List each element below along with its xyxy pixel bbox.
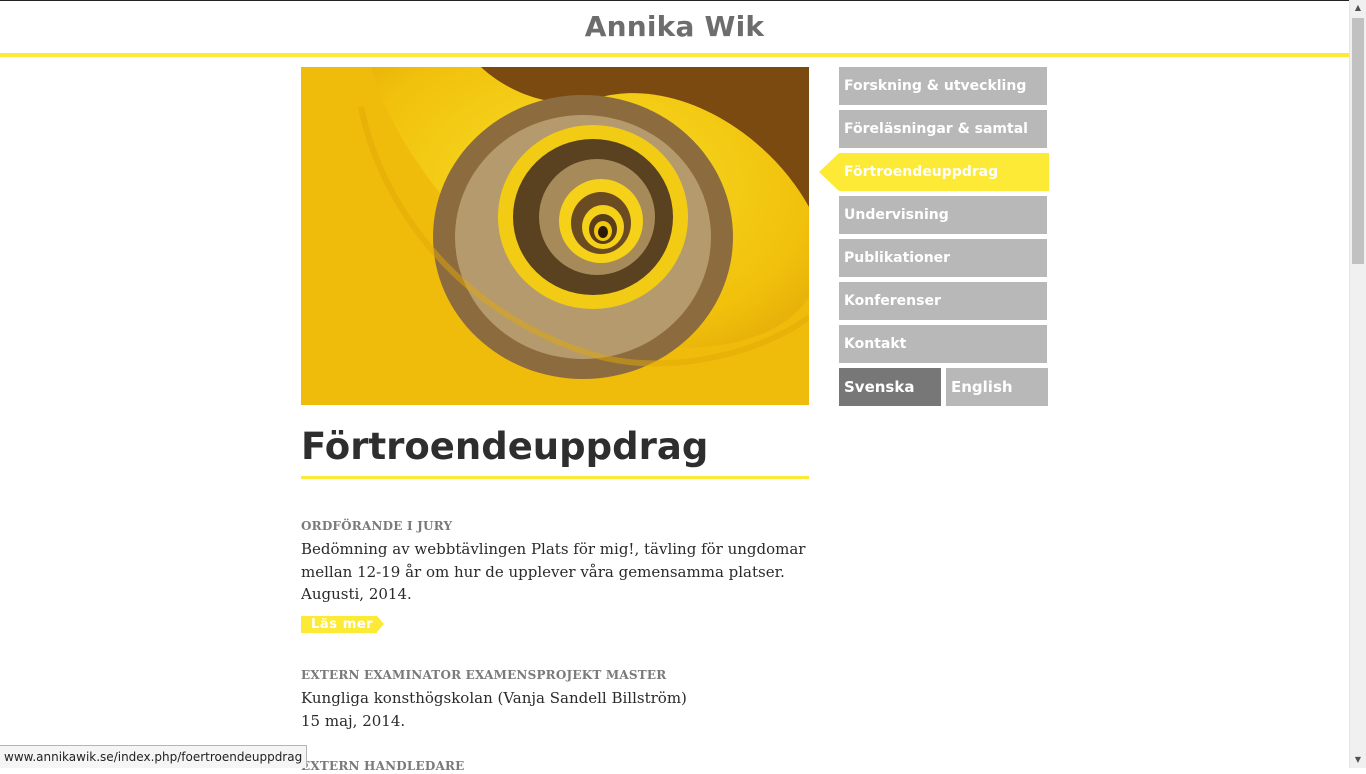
entry-item: Ordförande i jury Bedömning av webbtävli… (301, 518, 809, 633)
entry-text: Bedömning av webbtävlingen Plats för mig… (301, 538, 809, 606)
entry-text-line: Augusti, 2014. (301, 585, 412, 603)
nav-item-fortroendeuppdrag[interactable]: Förtroendeuppdrag (819, 153, 1049, 191)
read-more-button[interactable]: Läs mer (301, 615, 385, 633)
entry-heading: Extern examinator examensprojekt master (301, 668, 667, 682)
scroll-down-arrow-icon[interactable]: ▼ (1350, 752, 1366, 768)
page-title: Förtroendeuppdrag (301, 424, 809, 479)
main-navigation: Forskning & utveckling Föreläsningar & s… (819, 67, 1049, 406)
nav-item-forskning[interactable]: Forskning & utveckling (839, 67, 1047, 105)
language-switcher: Svenska English (839, 368, 1049, 406)
nav-item-kontakt[interactable]: Kontakt (839, 325, 1047, 363)
scroll-up-arrow-icon[interactable]: ▲ (1350, 0, 1366, 16)
entry-text-line: 15 maj, 2014. (301, 711, 406, 730)
language-svenska-button[interactable]: Svenska (839, 368, 941, 406)
scrollbar-thumb[interactable] (1352, 18, 1364, 264)
entry-item: Extern handledare (301, 758, 809, 774)
language-english-button[interactable]: English (946, 368, 1048, 406)
site-title-link[interactable]: Annika Wik (585, 10, 765, 43)
status-bar-url: www.annikawik.se/index.php/foertroendeup… (0, 745, 308, 768)
entry-text-line: mellan 12-19 år om hur de upplever våra … (301, 562, 785, 581)
nav-item-undervisning[interactable]: Undervisning (839, 196, 1047, 234)
nav-item-forelasningar[interactable]: Föreläsningar & samtal (839, 110, 1047, 148)
entry-heading: Ordförande i jury (301, 519, 453, 533)
entry-heading: Extern handledare (301, 759, 465, 773)
nav-item-publikationer[interactable]: Publikationer (839, 239, 1047, 277)
site-header: Annika Wik (0, 0, 1349, 57)
entry-text: Kungliga konsthögskolan (Vanja Sandell B… (301, 687, 809, 732)
entry-text-line: Kungliga konsthögskolan (Vanja Sandell B… (301, 689, 687, 707)
spiral-staircase-illustration (301, 67, 809, 405)
hero-image-spiral-staircase (301, 67, 809, 405)
entry-item: Extern examinator examensprojekt master … (301, 667, 809, 732)
entry-text-line: Bedömning av webbtävlingen Plats för mig… (301, 540, 806, 558)
nav-item-konferenser[interactable]: Konferenser (839, 282, 1047, 320)
vertical-scrollbar[interactable]: ▲ ▼ (1349, 0, 1366, 768)
